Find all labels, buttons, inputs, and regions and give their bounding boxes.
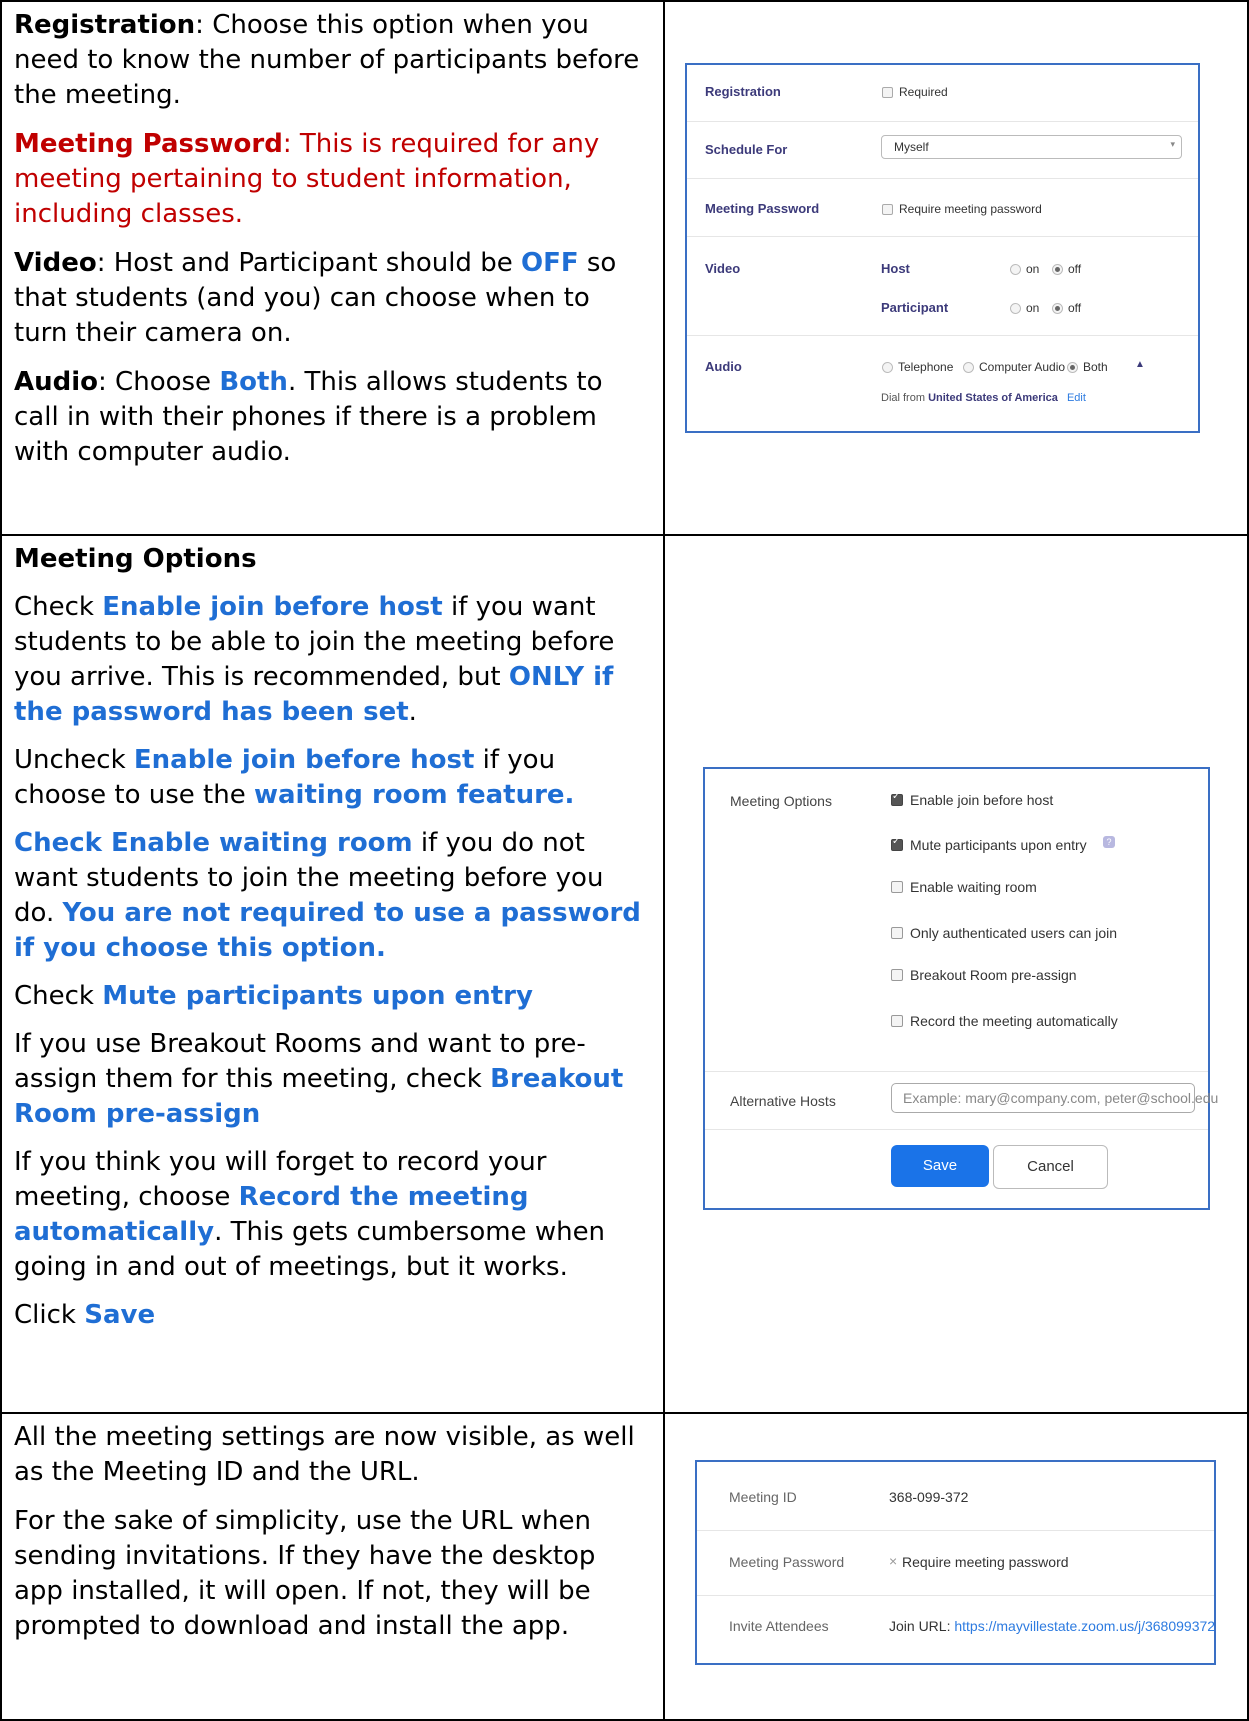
video-term: Video <box>14 248 97 278</box>
alternative-hosts-input[interactable]: Example: mary@company.com, peter@school.… <box>891 1083 1218 1113</box>
authenticated-users-checkbox[interactable] <box>891 927 903 939</box>
chevron-down-icon: ▾ <box>1170 139 1175 149</box>
participant-video-off-radio[interactable] <box>1052 303 1063 314</box>
registration-checkbox[interactable] <box>882 87 893 98</box>
join-before-host-checkbox[interactable] <box>891 791 903 806</box>
host-video-off-radio[interactable] <box>1052 264 1063 275</box>
row1-text: Registration: Choose this option when yo… <box>14 10 640 467</box>
audio-both-radio[interactable] <box>1067 362 1078 373</box>
meeting-id-value: 368-099-372 <box>889 1489 969 1505</box>
cancel-button[interactable]: Cancel <box>993 1145 1108 1189</box>
meeting-settings-screenshot: Registration Required Schedule For Mysel… <box>685 63 1200 433</box>
schedule-for-select[interactable]: Myself ▾ <box>881 135 1182 159</box>
row3-text: All the meeting settings are now visible… <box>14 1422 635 1641</box>
breakout-preassign-checkbox[interactable] <box>891 969 903 981</box>
registration-term: Registration <box>14 10 196 40</box>
edit-link[interactable]: Edit <box>1067 392 1086 404</box>
mute-on-entry-checkbox[interactable] <box>891 836 903 851</box>
x-icon: × <box>889 1553 898 1569</box>
meeting-password-term: Meeting Password <box>14 129 283 159</box>
meeting-options-screenshot: Meeting Options Enable join before host … <box>703 767 1218 1210</box>
audio-computer-radio[interactable] <box>963 362 974 373</box>
host-video-on-radio[interactable] <box>1010 264 1021 275</box>
row2-text: Meeting Options Check Enable join before… <box>14 542 650 1333</box>
lock-icon: ▲ <box>1135 359 1145 370</box>
require-password-checkbox[interactable] <box>882 204 893 215</box>
waiting-room-checkbox[interactable] <box>891 881 903 893</box>
participant-video-on-radio[interactable] <box>1010 303 1021 314</box>
help-icon[interactable]: ? <box>1103 836 1115 848</box>
audio-telephone-radio[interactable] <box>882 362 893 373</box>
save-button[interactable]: Save <box>891 1145 989 1187</box>
meeting-options-heading: Meeting Options <box>14 544 257 574</box>
join-url-link[interactable]: https://mayvillestate.zoom.us/j/36809937… <box>954 1618 1215 1634</box>
audio-term: Audio <box>14 367 99 397</box>
meeting-details-screenshot: Meeting ID 368-099-372 Meeting Password … <box>695 1460 1216 1665</box>
record-automatically-checkbox[interactable] <box>891 1015 903 1027</box>
